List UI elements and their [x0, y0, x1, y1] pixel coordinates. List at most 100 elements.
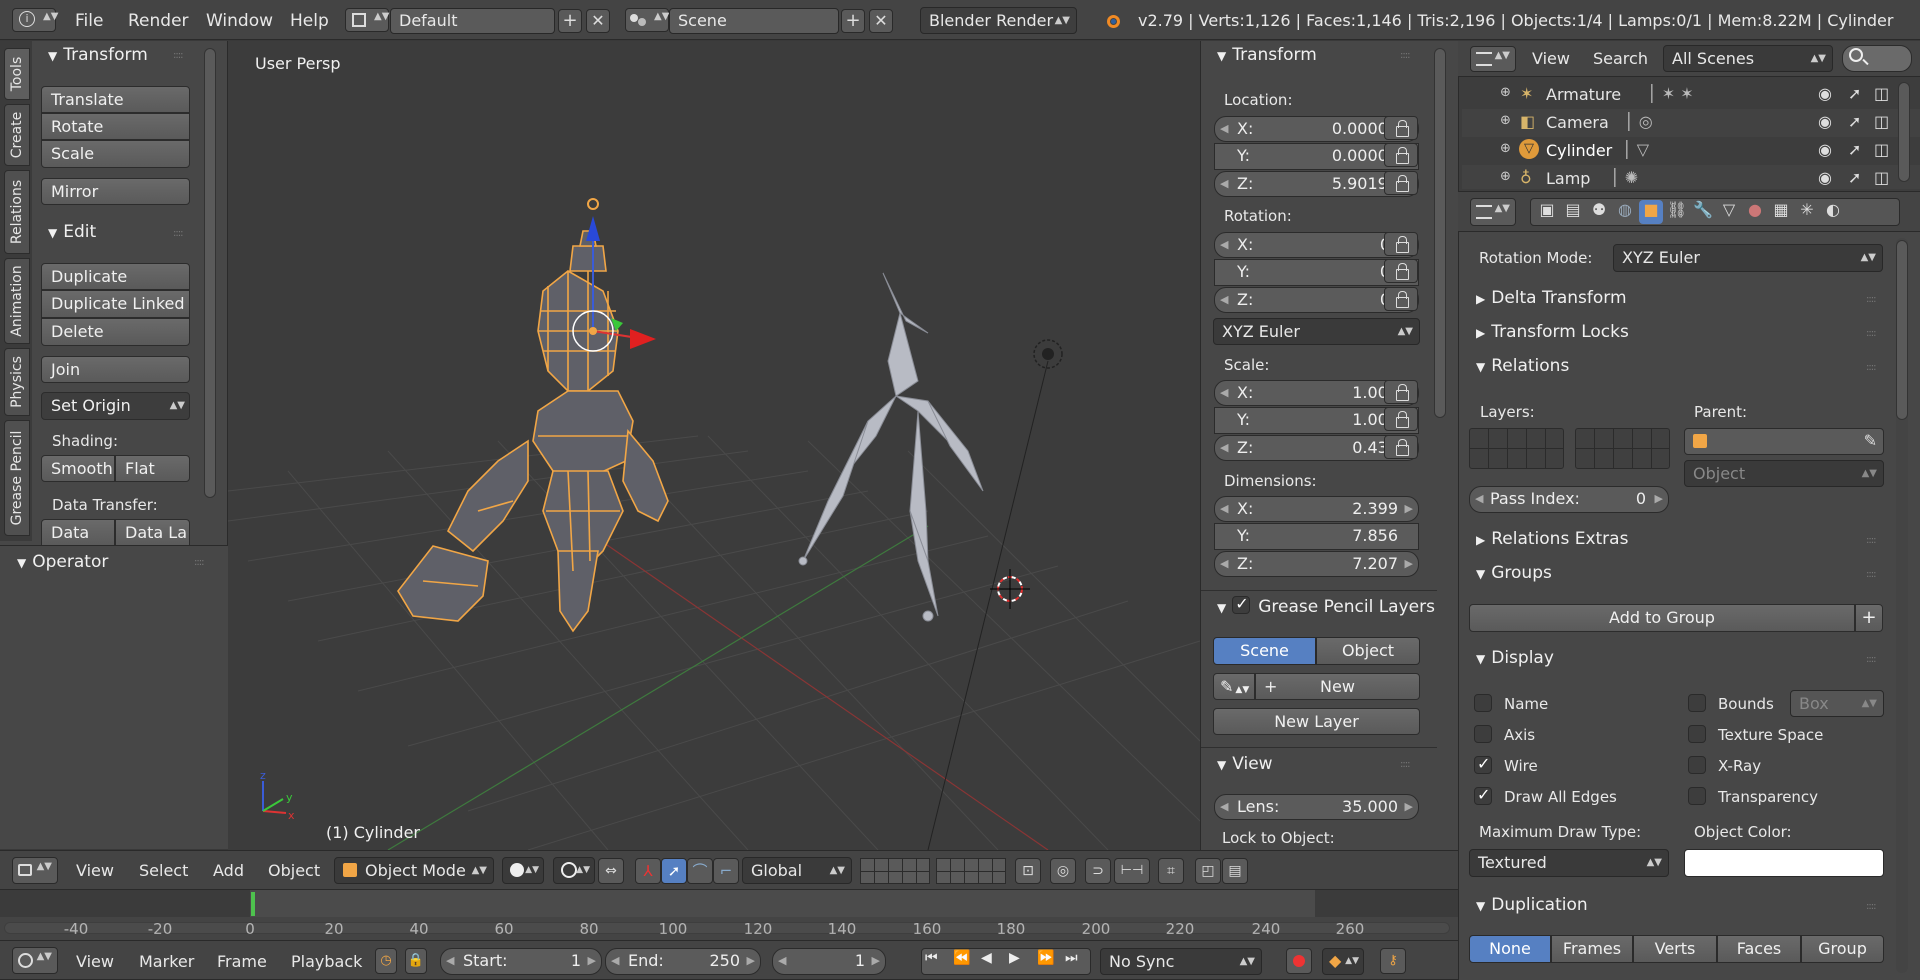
outliner-editor-icon[interactable]: ▲▼	[1470, 46, 1516, 72]
select-arrow-icon[interactable]: ➚	[1848, 140, 1861, 159]
expand-icon[interactable]: ⊕	[1500, 169, 1511, 184]
groups-header[interactable]: ▼ Groups	[1476, 563, 1552, 583]
snap-element-icon[interactable]: ⊢⊣	[1114, 858, 1150, 884]
location-y-lock-icon[interactable]	[1384, 143, 1418, 167]
tools-transform-header[interactable]: ▼ Transform	[48, 45, 148, 65]
prev-keyframe-icon[interactable]: ⏪	[953, 950, 970, 966]
properties-editor-icon[interactable]: ▲▼	[1470, 198, 1516, 226]
proportional-edit-icon[interactable]: ◎	[1050, 858, 1076, 884]
scale-button[interactable]: Scale	[41, 140, 190, 168]
parent-type-dropdown[interactable]: Object ▲▼	[1684, 460, 1884, 487]
transform-locks-header[interactable]: ▶ Transform Locks	[1476, 322, 1629, 342]
scene-layers-grid-right[interactable]	[936, 858, 1006, 884]
view-panel-header[interactable]: ▼ View	[1217, 754, 1273, 774]
display-grip[interactable]: ::::	[1866, 654, 1877, 665]
outliner-search-field[interactable]	[1842, 45, 1912, 72]
select-arrow-icon[interactable]: ➚	[1848, 168, 1861, 187]
timeline-frame-menu[interactable]: Frame	[217, 952, 267, 971]
scene-tab-icon[interactable]: ⚉	[1587, 200, 1611, 224]
pass-index-field[interactable]: ◀ Pass Index: 0 ▶	[1469, 486, 1669, 513]
relations-grip[interactable]: ::::	[1866, 362, 1877, 373]
axis-checkbox[interactable]	[1474, 725, 1492, 743]
flat-button[interactable]: Flat	[115, 455, 190, 482]
outliner-view-menu[interactable]: View	[1532, 49, 1570, 68]
visibility-eye-icon[interactable]: ◉	[1818, 168, 1832, 187]
duplicate-linked-button[interactable]: Duplicate Linked	[41, 290, 190, 318]
world-tab-icon[interactable]: ◍	[1613, 200, 1637, 224]
pivot-point-dropdown[interactable]: ▲▼	[553, 857, 595, 884]
next-keyframe-icon[interactable]: ⏩	[1037, 950, 1054, 966]
tab-tools[interactable]: Tools	[4, 48, 30, 100]
expand-icon[interactable]: ⊕	[1500, 141, 1511, 156]
duplication-header[interactable]: ▼ Duplication	[1476, 895, 1588, 915]
sync-mode-dropdown[interactable]: No Sync ▲▼	[1100, 948, 1262, 975]
mirror-button[interactable]: Mirror	[41, 178, 190, 205]
dup-frames-toggle[interactable]: Frames	[1551, 935, 1633, 963]
gp-object-toggle[interactable]: Object	[1316, 637, 1420, 665]
render-animation-icon[interactable]: ▤	[1222, 858, 1248, 884]
menu-help[interactable]: Help	[290, 11, 329, 31]
layers-grid-right[interactable]	[1575, 428, 1670, 469]
data-tab-icon[interactable]: ▽	[1717, 200, 1741, 224]
render-camera-icon[interactable]: ◫	[1874, 112, 1889, 131]
bounds-type-dropdown[interactable]: Box ▲▼	[1790, 690, 1884, 717]
x-ray-checkbox[interactable]	[1688, 756, 1706, 774]
translate-button[interactable]: Translate	[41, 86, 190, 113]
n-transform-header[interactable]: ▼ Transform	[1217, 45, 1317, 65]
delete-button[interactable]: Delete	[41, 318, 190, 346]
view3d-object-menu[interactable]: Object	[268, 861, 320, 880]
rotation-mode-dropdown[interactable]: XYZ Euler ▲▼	[1613, 244, 1883, 272]
n-panel-scrollbar[interactable]	[1434, 48, 1446, 418]
current-frame-field[interactable]: ◀ 1 ▶	[772, 948, 886, 975]
display-header[interactable]: ▼ Display	[1476, 648, 1554, 668]
jump-end-icon[interactable]: ⏭	[1065, 950, 1078, 966]
timeline-marker-menu[interactable]: Marker	[139, 952, 194, 971]
tab-create[interactable]: Create	[4, 104, 30, 166]
screen-layout-field[interactable]: Default	[390, 8, 555, 34]
scene-field[interactable]: Scene	[669, 8, 839, 34]
outliner-row-armature[interactable]: ⊕ ✶ Armature │ ✶ ✶ ◉ ➚ ◫	[1462, 81, 1920, 109]
rotation-x-lock-icon[interactable]	[1384, 232, 1418, 256]
view-panel-grip[interactable]: ::::	[1400, 759, 1411, 770]
particles-tab-icon[interactable]: ✳	[1795, 200, 1819, 224]
screen-layout-icon[interactable]: ▲▼	[345, 8, 389, 32]
dimensions-y-field[interactable]: Y: 7.856	[1214, 523, 1419, 550]
tools-edit-grip[interactable]: ::::	[173, 228, 184, 239]
data-layout-button[interactable]: Data La	[115, 519, 190, 546]
menu-file[interactable]: File	[75, 11, 103, 31]
record-icon[interactable]	[1286, 948, 1312, 974]
transform-orientation-dropdown[interactable]: Global ▲▼	[742, 857, 852, 884]
location-x-lock-icon[interactable]	[1384, 116, 1418, 140]
visibility-eye-icon[interactable]: ◉	[1818, 84, 1832, 103]
current-frame-indicator[interactable]	[251, 892, 255, 916]
material-tab-icon[interactable]: ●	[1743, 200, 1767, 224]
max-draw-type-dropdown[interactable]: Textured ▲▼	[1469, 849, 1669, 877]
delete-scene-icon[interactable]: ✕	[869, 9, 893, 33]
expand-icon[interactable]: ⊕	[1500, 85, 1511, 100]
render-camera-icon[interactable]: ◫	[1874, 140, 1889, 159]
lock-range-icon[interactable]: 🔒	[405, 948, 427, 974]
relations-header[interactable]: ▼ Relations	[1476, 356, 1569, 376]
timeline-scrollbar[interactable]	[4, 922, 1450, 934]
rotation-y-lock-icon[interactable]	[1384, 259, 1418, 283]
gp-pencil-selector[interactable]: ✎ ▲▼	[1213, 673, 1255, 700]
set-origin-dropdown[interactable]: Set Origin ▲▼	[41, 392, 190, 420]
lock-camera-icon[interactable]: ⊡	[1015, 858, 1041, 884]
outliner-search-menu[interactable]: Search	[1593, 49, 1648, 68]
delta-grip[interactable]: ::::	[1866, 294, 1877, 305]
n-rotation-mode-dropdown[interactable]: XYZ Euler ▲▼	[1213, 318, 1420, 345]
view3d-add-menu[interactable]: Add	[213, 861, 244, 880]
parent-field[interactable]: ✎	[1684, 428, 1884, 455]
scene-layers-grid-left[interactable]	[860, 858, 930, 884]
scale-y-lock-icon[interactable]	[1384, 407, 1418, 431]
timeline-playback-menu[interactable]: Playback	[291, 952, 362, 971]
dup-none-toggle[interactable]: None	[1469, 935, 1551, 963]
combined-manipulator-icon[interactable]: ⌐	[713, 858, 739, 884]
view3d-view-menu[interactable]: View	[76, 861, 114, 880]
select-arrow-icon[interactable]: ➚	[1848, 84, 1861, 103]
dup-group-toggle[interactable]: Group	[1801, 935, 1884, 963]
object-color-swatch[interactable]	[1684, 849, 1884, 877]
rotate-button[interactable]: Rotate	[41, 113, 190, 140]
draw-all-edges-checkbox[interactable]	[1474, 785, 1492, 805]
texture-tab-icon[interactable]: ▦	[1769, 200, 1793, 224]
